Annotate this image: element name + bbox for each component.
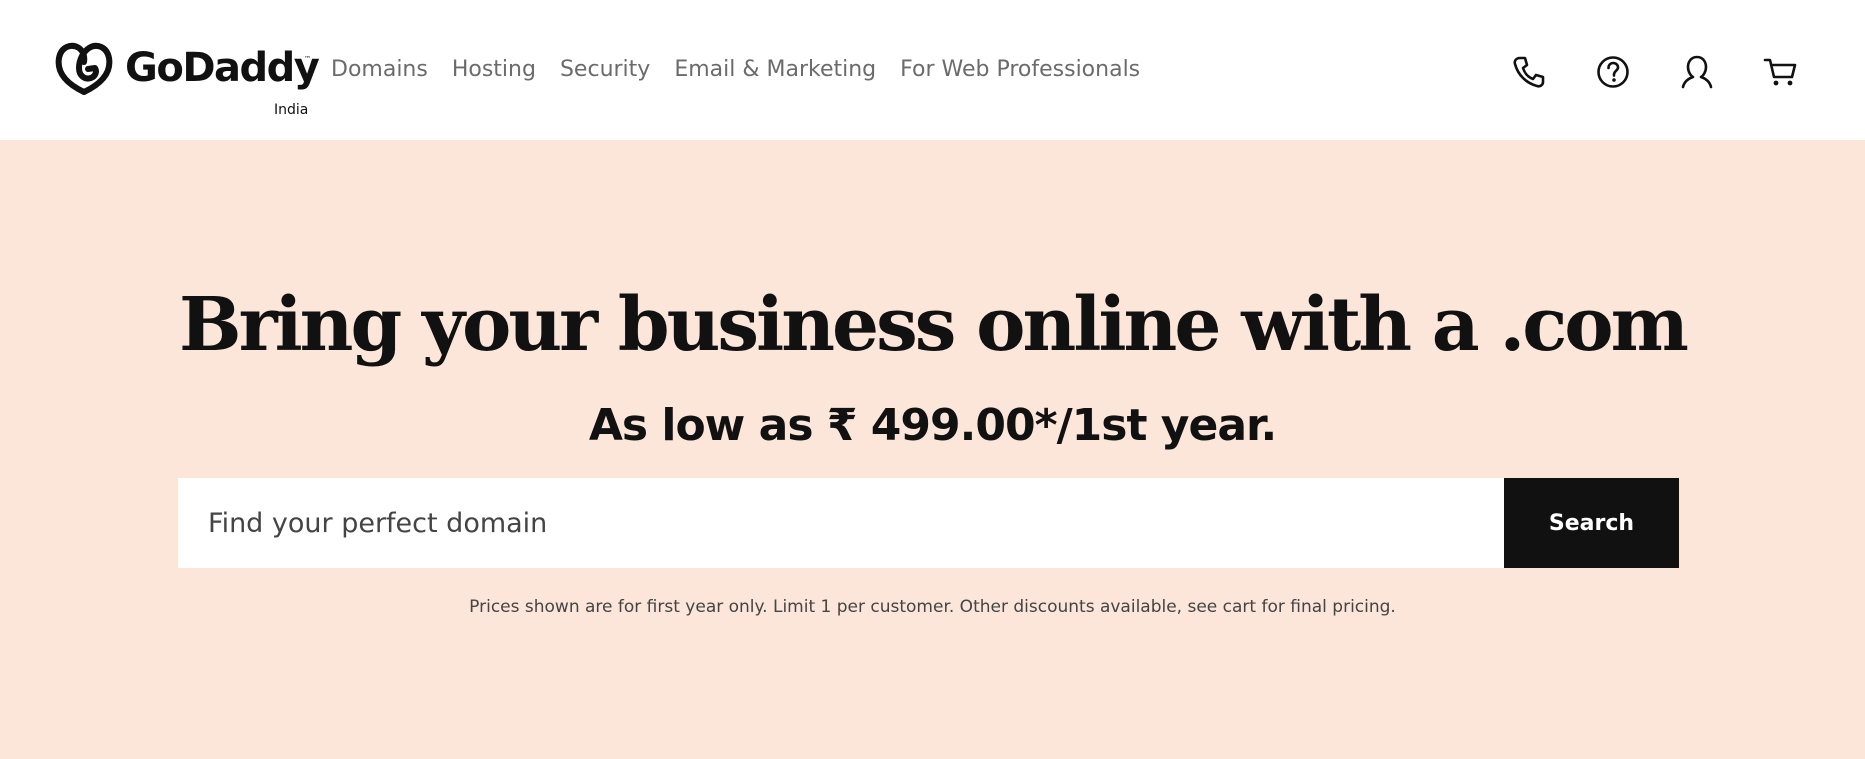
brand-name: GoDaddy [125,45,320,91]
account-button[interactable] [1675,50,1719,94]
hero-section: Bring your business online with a .com A… [0,140,1865,759]
nav-item-security[interactable]: Security [560,56,650,84]
phone-button[interactable] [1507,50,1551,94]
nav-item-web-professionals[interactable]: For Web Professionals [900,56,1140,84]
site-header: GoDaddy ™ India Domains Hosting Security… [0,0,1865,140]
godaddy-heart-logo-icon [55,42,113,95]
cart-button[interactable] [1759,50,1803,94]
nav-item-domains[interactable]: Domains [331,56,428,84]
nav-item-hosting[interactable]: Hosting [452,56,536,84]
godaddy-logo[interactable]: GoDaddy ™ India [55,40,320,120]
cart-icon [1763,58,1797,86]
search-button[interactable]: Search [1504,478,1679,568]
phone-icon [1513,56,1545,88]
help-icon [1597,56,1629,88]
nav-item-email-marketing[interactable]: Email & Marketing [674,56,876,84]
domain-search-input[interactable] [178,478,1504,568]
pricing-disclaimer: Prices shown are for first year only. Li… [469,597,1396,617]
trademark-mark: ™ [304,55,311,63]
region-label: India [274,102,309,118]
main-nav: Domains Hosting Security Email & Marketi… [331,56,1140,84]
account-icon [1681,55,1713,89]
hero-price-subtitle: As low as ₹ 499.00*/1st year. [588,400,1277,451]
help-button[interactable] [1591,50,1635,94]
domain-search-form: Search [178,478,1679,568]
hero-title: Bring your business online with a .com [179,282,1689,368]
